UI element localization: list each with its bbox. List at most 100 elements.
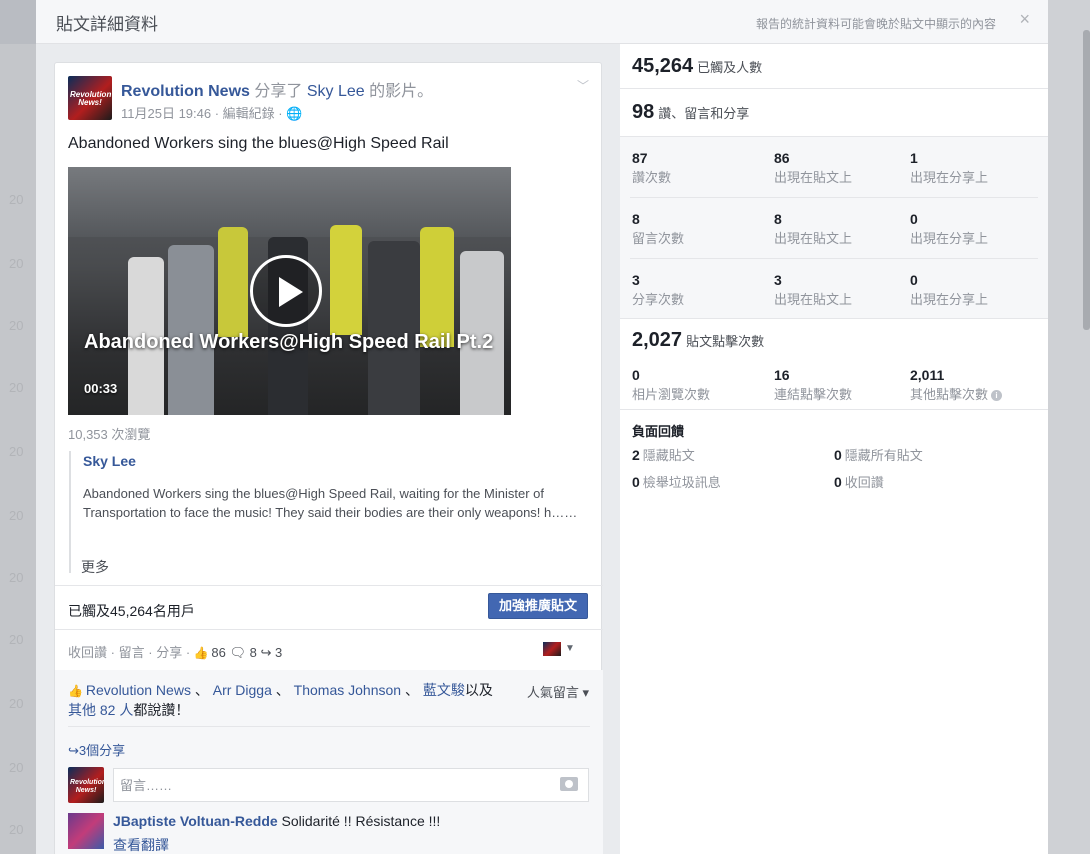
backdrop-year: 20 (9, 380, 24, 395)
backdrop-year: 20 (9, 570, 24, 585)
post-header: Revolution News 分享了 Sky Lee 的影片。 (121, 77, 581, 101)
reach-stat: 45,264 已觸及人數 (632, 55, 762, 78)
stat-cell: 2,011 其他點擊次數 i (910, 367, 1048, 403)
boost-post-button[interactable]: 加強推廣貼文 (487, 593, 588, 619)
backdrop-year: 20 (9, 256, 24, 271)
negative-stat: 2 隱藏貼文 (632, 447, 695, 463)
chevron-down-icon: ▼ (565, 643, 575, 654)
stat-cell: 3 出現在貼文上 (774, 272, 853, 307)
reach-value: 45,264 (632, 55, 694, 77)
camera-icon[interactable] (560, 777, 578, 791)
post-stats-column: 45,264 已觸及人數 98 讚、留言和分享 87 讚次數 86 出現在貼文上 1 出現… (620, 44, 1048, 854)
comment-box (113, 768, 589, 802)
others-like-link[interactable]: 其他 82 人 (68, 702, 133, 718)
liker-link[interactable]: 藍文駿 (423, 682, 465, 698)
backdrop-year: 20 (9, 318, 24, 333)
page-identity-selector[interactable]: ▼ (543, 641, 577, 659)
quote-author-link[interactable]: Sky Lee (83, 453, 136, 469)
comment-link[interactable]: 留言 (119, 645, 145, 660)
dialog-header: 貼文詳細資料 報告的統計資料可能會晚於貼文中顯示的內容 × (36, 0, 1048, 44)
video-scene-figure (368, 241, 420, 415)
like-count[interactable]: 86 (211, 645, 225, 660)
post-text: Abandoned Workers sing the blues@High Sp… (68, 135, 449, 152)
post-details-dialog: 貼文詳細資料 報告的統計資料可能會晚於貼文中顯示的內容 × Revolution… (36, 0, 1048, 854)
comment-input[interactable] (114, 769, 534, 801)
stat-cell: 3 分享次數 (632, 272, 685, 307)
likes-summary: 👍 Revolution News 、 Arr Digga 、 Thomas J… (68, 682, 493, 718)
quote-text: Abandoned Workers sing the blues@High Sp… (83, 486, 578, 520)
info-icon[interactable]: i (991, 390, 1003, 401)
negative-stat: 0 收回讚 (834, 474, 884, 490)
share-count[interactable]: 3 (275, 645, 282, 660)
divider (55, 629, 603, 630)
comment-author-link[interactable]: JBaptiste Voltuan-Redde Solidarité !! Ré… (113, 813, 440, 829)
stat-cell: 0 相片瀏覽次數 (632, 367, 711, 402)
reach-summary: 已觸及45,264名用戶 (68, 603, 195, 619)
avatar-logo-text: Revolution News! (70, 779, 104, 794)
stat-cell: 8 留言次數 (632, 211, 685, 246)
top-comments-dropdown[interactable]: 人氣留言 ▾ (527, 682, 589, 701)
video-view-count: 10,353 次瀏覽 (68, 427, 151, 442)
like-icon: 👍 (68, 684, 83, 698)
avatar-logo-text: Revolution News! (70, 90, 112, 107)
share-icon: ↪ (260, 645, 272, 660)
social-section: 👍 Revolution News 、 Arr Digga 、 Thomas J… (55, 670, 603, 854)
video-player[interactable]: Abandoned Workers@High Speed Rail Pt.2 0… (68, 167, 511, 415)
liker-link[interactable]: Arr Digga (213, 682, 272, 698)
post-timestamp[interactable]: 11月25日 19:46 · 編輯紀錄 · 🌐 (121, 103, 302, 122)
liker-link[interactable]: Revolution News (86, 682, 191, 698)
unlike-link[interactable]: 收回讚 (68, 645, 107, 660)
backdrop-year: 20 (9, 508, 24, 523)
stat-cell: 86 出現在貼文上 (774, 150, 853, 185)
liker-link[interactable]: Thomas Johnson (294, 682, 401, 698)
post-preview-column: Revolution News! Revolution News 分享了 Sky… (36, 44, 620, 854)
divider (630, 258, 1038, 259)
backdrop-year: 20 (9, 760, 24, 775)
comment-icon: 🗨 (229, 645, 247, 660)
shares-link[interactable]: ↪3個分享 (68, 740, 125, 759)
backdrop-year: 20 (9, 632, 24, 647)
negative-stat: 0 檢舉垃圾訊息 (632, 474, 721, 490)
stat-cell: 87 讚次數 (632, 150, 672, 185)
engagement-label: 讚、留言和分享 (658, 106, 750, 121)
divider (620, 88, 1048, 89)
chevron-down-icon[interactable]: ﹀ (577, 77, 589, 94)
shared-quote: Sky Lee Abandoned Workers sing the blues… (69, 451, 579, 573)
backdrop-year: 20 (9, 822, 24, 837)
divider (630, 197, 1038, 198)
stat-cell: 1 出現在分享上 (910, 150, 989, 185)
click-breakdown: 0 相片瀏覽次數 16 連結點擊次數 2,011 其他點擊次數 i (620, 319, 1048, 410)
comment-count[interactable]: 8 (250, 645, 257, 660)
backdrop-year: 20 (9, 696, 24, 711)
comment-text: Solidarité !! Résistance !!! (281, 813, 441, 829)
share-icon: ↪ (68, 743, 79, 758)
stat-cell: 0 出現在分享上 (910, 272, 989, 307)
engagement-breakdown: 87 讚次數 86 出現在貼文上 1 出現在分享上 8 留言次數 8 出現在貼文上 0 出現… (620, 136, 1048, 319)
like-icon: 👍 (193, 646, 209, 660)
video-scene-figure (218, 227, 248, 337)
play-icon[interactable] (250, 255, 322, 327)
reach-label: 已觸及人數 (697, 60, 763, 75)
backdrop-year: 20 (9, 192, 24, 207)
shared-suffix: 的影片。 (369, 83, 434, 100)
shared-target-link[interactable]: Sky Lee (307, 83, 365, 100)
negative-stat: 0 隱藏所有貼文 (834, 447, 923, 463)
divider (55, 585, 603, 586)
dialog-title: 貼文詳細資料 (56, 15, 158, 34)
backdrop-year: 20 (9, 444, 24, 459)
post-card: Revolution News! Revolution News 分享了 Sky… (54, 62, 603, 854)
see-translation-link[interactable]: 查看翻譯 (113, 835, 169, 854)
comment-author-avatar[interactable] (68, 813, 104, 849)
commenter-avatar: Revolution News! (68, 767, 104, 803)
shared-prefix: 分享了 (254, 83, 303, 100)
page-scrollbar[interactable] (1083, 30, 1090, 330)
close-icon[interactable]: × (1019, 9, 1030, 30)
dialog-note: 報告的統計資料可能會晚於貼文中顯示的內容 (755, 17, 996, 31)
share-link[interactable]: 分享 (156, 645, 182, 660)
divider (68, 726, 590, 727)
stat-cell: 0 出現在分享上 (910, 211, 989, 246)
see-more-link[interactable]: 更多 (81, 557, 109, 577)
post-author-link[interactable]: Revolution News (121, 83, 250, 100)
stat-cell: 8 出現在貼文上 (774, 211, 853, 246)
page-avatar[interactable]: Revolution News! (68, 76, 112, 120)
